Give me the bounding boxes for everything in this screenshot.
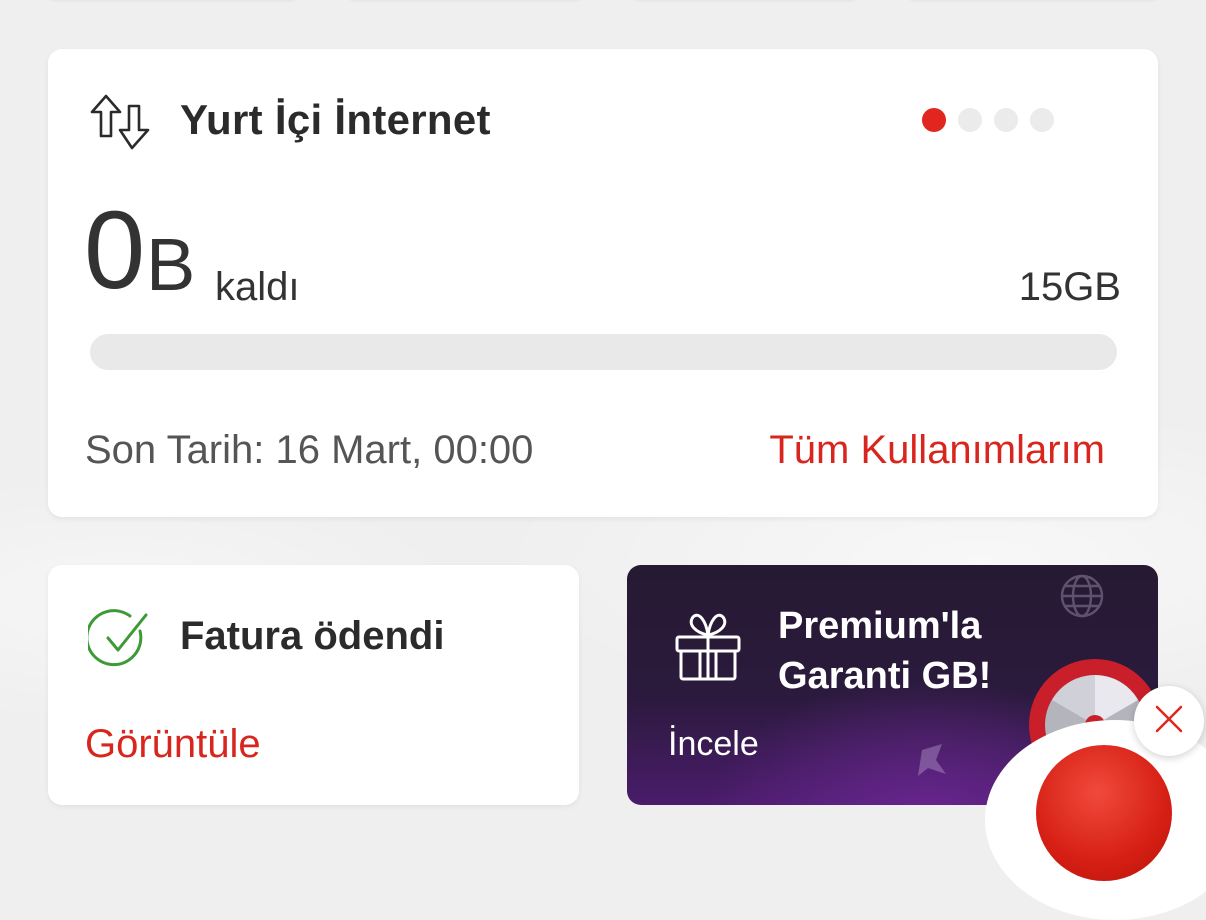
carousel-pagination[interactable] — [922, 108, 1054, 132]
check-circle-icon — [85, 607, 152, 676]
view-bill-link[interactable]: Görüntüle — [85, 722, 261, 767]
previous-cards-edge — [0, 0, 1206, 2]
promo-explore-link[interactable]: İncele — [668, 725, 759, 764]
floating-promo-ball[interactable] — [1036, 745, 1172, 881]
remaining-data-unit: B — [146, 223, 196, 306]
sparkle-decoration — [912, 740, 952, 785]
carousel-dot[interactable] — [958, 108, 982, 132]
total-data-value: 15GB — [1018, 265, 1121, 309]
all-usage-link[interactable]: Tüm Kullanımlarım — [769, 428, 1105, 473]
internet-card-title: Yurt İçi İnternet — [180, 96, 491, 143]
globe-icon — [1059, 573, 1105, 624]
bill-status-title: Fatura ödendi — [180, 614, 445, 658]
remaining-label: kaldı — [215, 265, 300, 309]
usage-progress-bar — [90, 334, 1117, 370]
remaining-data-value: 0 — [84, 189, 145, 312]
promo-title: Premium'la Garanti GB! — [778, 605, 992, 697]
bill-status-card[interactable] — [48, 565, 579, 805]
close-icon — [1153, 703, 1185, 740]
data-transfer-arrows-icon — [88, 92, 152, 157]
gift-icon — [673, 607, 743, 688]
carousel-dot[interactable] — [994, 108, 1018, 132]
carousel-dot[interactable] — [922, 108, 946, 132]
due-date: Son Tarih: 16 Mart, 00:00 — [85, 428, 534, 472]
close-floating-button[interactable] — [1134, 686, 1204, 756]
carousel-dot[interactable] — [1030, 108, 1054, 132]
